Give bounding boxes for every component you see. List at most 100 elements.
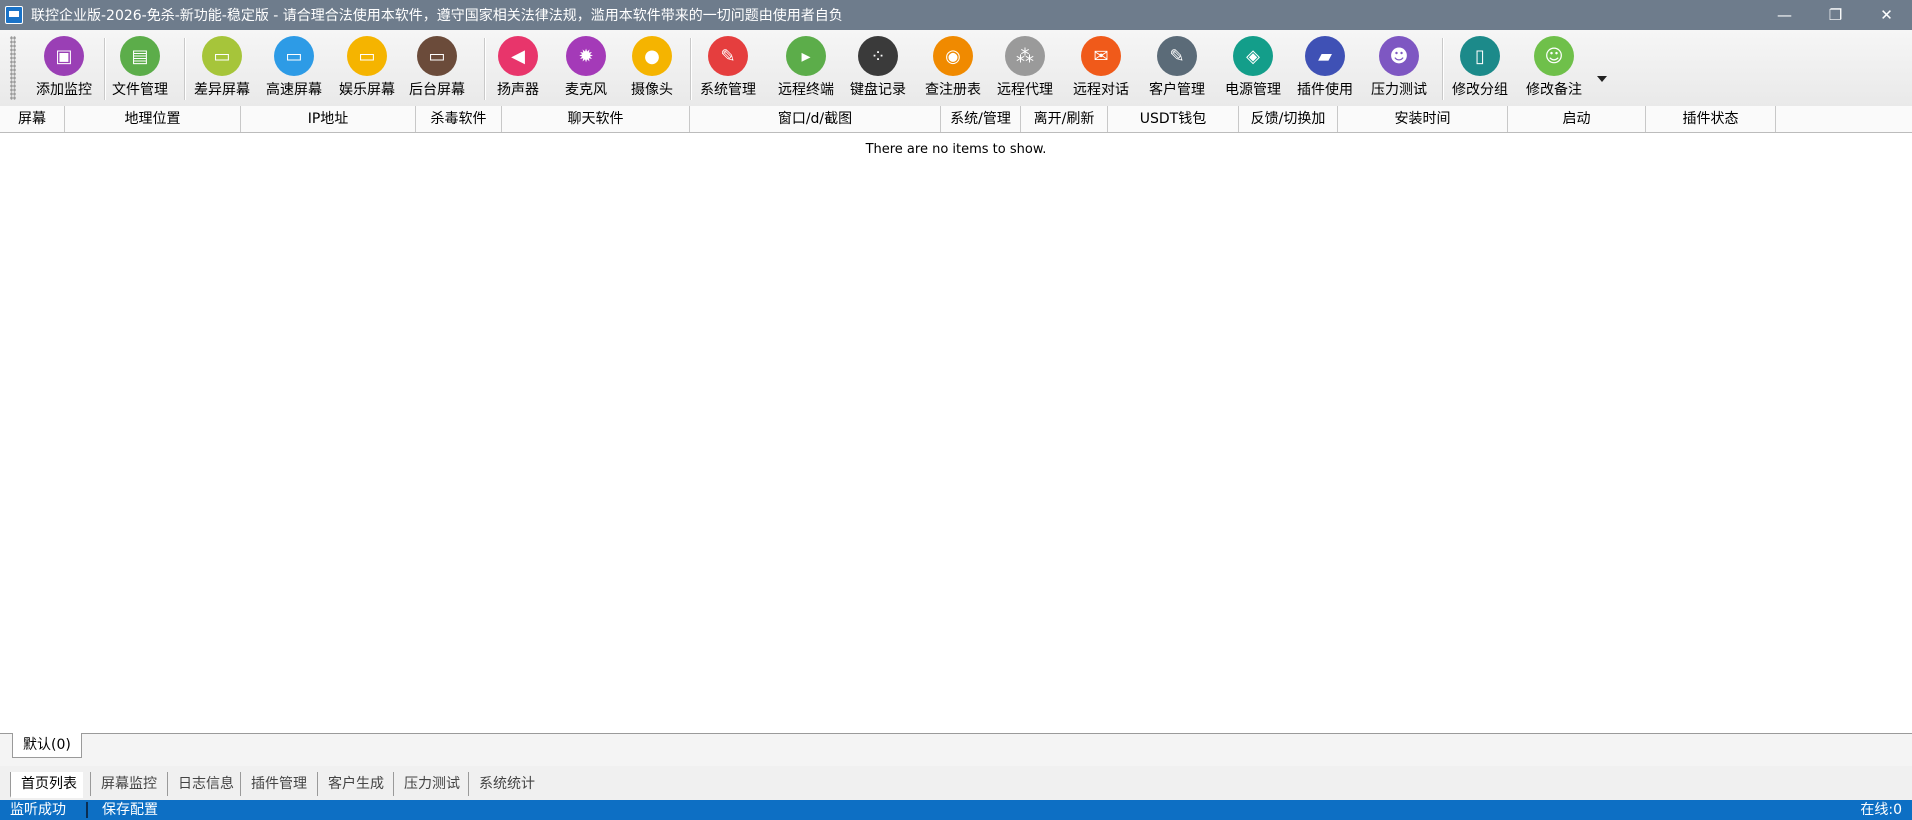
- toolbar-button-label: 远程终端: [778, 82, 834, 98]
- nav-tab-4[interactable]: 客户生成: [317, 772, 390, 796]
- toolbar-separator: [1442, 38, 1444, 100]
- title-bar: 联控企业版-2026-免杀-新功能-稳定版 - 请合理合法使用本软件，遵守国家相…: [0, 0, 1912, 30]
- nav-tab-3[interactable]: 插件管理: [240, 772, 313, 796]
- fast-screen-icon: ▭: [274, 36, 314, 76]
- toolbar-button-label: 键盘记录: [850, 82, 906, 98]
- toolbar-separator: [104, 38, 106, 100]
- toolbar-button-label: 修改备注: [1526, 82, 1582, 98]
- toolbar-grip-handle[interactable]: [10, 36, 16, 100]
- toolbar-button-label: 查注册表: [925, 82, 981, 98]
- plugin-icon: ▰: [1305, 36, 1345, 76]
- main-toolbar: ▣ 添加监控 ▤ 文件管理 ▭ 差异屏幕 ▭ 高速屏幕 ▭ 娱乐屏幕 ▭ 后台屏幕 ◀ 扬声器 ✹ 麦克风 ● 摄…: [0, 30, 1912, 107]
- toolbar-overflow-arrow-icon[interactable]: [1597, 76, 1607, 82]
- toolbar-button-label: 系统管理: [700, 82, 756, 98]
- microphone-icon: ✹: [566, 36, 606, 76]
- toolbar-button-19[interactable]: ▯ 修改分组: [1445, 36, 1515, 102]
- empty-list-message: There are no items to show.: [865, 142, 1047, 157]
- column-header-7[interactable]: 离开/刷新: [1021, 106, 1108, 132]
- add-monitor-icon: ▣: [44, 36, 84, 76]
- toolbar-button-5[interactable]: ▭ 后台屏幕: [402, 36, 472, 102]
- toolbar-button-label: 插件使用: [1297, 82, 1353, 98]
- toolbar-button-8[interactable]: ● 摄像头: [617, 36, 687, 102]
- minimize-button[interactable]: —: [1759, 0, 1810, 30]
- nav-tab-0[interactable]: 首页列表: [10, 772, 83, 798]
- toolbar-button-label: 高速屏幕: [266, 82, 322, 98]
- group-tab-strip: 默认(0): [0, 733, 1912, 767]
- column-header-4[interactable]: 聊天软件: [502, 106, 690, 132]
- toolbar-button-10[interactable]: ▸ 远程终端: [771, 36, 841, 102]
- toolbar-button-15[interactable]: ✎ 客户管理: [1142, 36, 1212, 102]
- status-online-count: 在线:0: [1860, 802, 1902, 818]
- column-header-3[interactable]: 杀毒软件: [416, 106, 502, 132]
- column-header-6[interactable]: 系统/管理: [941, 106, 1021, 132]
- background-screen-icon: ▭: [417, 36, 457, 76]
- toolbar-button-3[interactable]: ▭ 高速屏幕: [259, 36, 329, 102]
- toolbar-button-4[interactable]: ▭ 娱乐屏幕: [332, 36, 402, 102]
- toolbar-button-11[interactable]: ⁘ 键盘记录: [843, 36, 913, 102]
- toolbar-button-20[interactable]: ☺ 修改备注: [1519, 36, 1589, 102]
- toolbar-button-label: 麦克风: [565, 82, 607, 98]
- toolbar-button-16[interactable]: ◈ 电源管理: [1218, 36, 1288, 102]
- speaker-icon: ◀: [498, 36, 538, 76]
- column-header-2[interactable]: IP地址: [241, 106, 416, 132]
- column-header-5[interactable]: 窗口/d/截图: [690, 106, 941, 132]
- bottom-nav-tabs: 首页列表 屏幕监控 日志信息 插件管理 客户生成 压力测试 系统统计: [0, 766, 1912, 800]
- toolbar-button-12[interactable]: ◉ 查注册表: [918, 36, 988, 102]
- chat-icon: ✉: [1081, 36, 1121, 76]
- status-listen: 监听成功: [10, 802, 66, 818]
- change-group-icon: ▯: [1460, 36, 1500, 76]
- restore-button[interactable]: ❐: [1810, 0, 1861, 30]
- keyboard-log-icon: ⁘: [858, 36, 898, 76]
- window-controls: — ❐ ✕: [1759, 0, 1912, 30]
- close-button[interactable]: ✕: [1861, 0, 1912, 30]
- group-tab-default[interactable]: 默认(0): [12, 733, 82, 758]
- toolbar-button-1[interactable]: ▤ 文件管理: [105, 36, 175, 102]
- table-header: 屏幕 地理位置 IP地址 杀毒软件 聊天软件 窗口/d/截图 系统/管理 离开/刷新 USDT钱…: [0, 106, 1912, 133]
- toolbar-button-17[interactable]: ▰ 插件使用: [1290, 36, 1360, 102]
- toolbar-button-14[interactable]: ✉ 远程对话: [1066, 36, 1136, 102]
- nav-tab-6[interactable]: 系统统计: [468, 772, 541, 796]
- toolbar-button-18[interactable]: ☻ 压力测试: [1364, 36, 1434, 102]
- toolbar-button-label: 文件管理: [112, 82, 168, 98]
- toolbar-button-label: 摄像头: [631, 82, 673, 98]
- terminal-icon: ▸: [786, 36, 826, 76]
- nav-tab-5[interactable]: 压力测试: [393, 772, 466, 796]
- toolbar-button-label: 添加监控: [36, 82, 92, 98]
- toolbar-button-9[interactable]: ✎ 系统管理: [693, 36, 763, 102]
- fun-screen-icon: ▭: [347, 36, 387, 76]
- save-config-button[interactable]: 保存配置: [92, 800, 168, 820]
- toolbar-button-2[interactable]: ▭ 差异屏幕: [187, 36, 257, 102]
- column-header-12[interactable]: 插件状态: [1646, 106, 1776, 132]
- toolbar-button-6[interactable]: ◀ 扬声器: [483, 36, 553, 102]
- change-note-icon: ☺: [1534, 36, 1574, 76]
- toolbar-button-7[interactable]: ✹ 麦克风: [551, 36, 621, 102]
- app-logo-icon: [5, 6, 23, 24]
- column-header-10[interactable]: 安装时间: [1338, 106, 1508, 132]
- toolbar-button-label: 修改分组: [1452, 82, 1508, 98]
- registry-icon: ◉: [933, 36, 973, 76]
- toolbar-button-label: 扬声器: [497, 82, 539, 98]
- column-header-8[interactable]: USDT钱包: [1108, 106, 1239, 132]
- edit-client-icon: ✎: [1157, 36, 1197, 76]
- column-header-0[interactable]: 屏幕: [0, 106, 65, 132]
- toolbar-button-13[interactable]: ⁂ 远程代理: [990, 36, 1060, 102]
- toolbar-button-0[interactable]: ▣ 添加监控: [29, 36, 99, 102]
- toolbar-button-label: 后台屏幕: [409, 82, 465, 98]
- status-bar: 监听成功 保存配置 在线:0: [0, 800, 1912, 820]
- column-header-1[interactable]: 地理位置: [65, 106, 241, 132]
- toolbar-button-label: 远程对话: [1073, 82, 1129, 98]
- client-list-grid[interactable]: [0, 133, 1912, 733]
- toolbar-separator: [184, 38, 186, 100]
- toolbar-separator: [690, 38, 692, 100]
- toolbar-button-label: 压力测试: [1371, 82, 1427, 98]
- nav-tab-1[interactable]: 屏幕监控: [90, 772, 163, 796]
- column-header-9[interactable]: 反馈/切换加: [1239, 106, 1338, 132]
- diff-screen-icon: ▭: [202, 36, 242, 76]
- column-header-11[interactable]: 启动: [1508, 106, 1646, 132]
- stress-test-icon: ☻: [1379, 36, 1419, 76]
- system-manage-icon: ✎: [708, 36, 748, 76]
- camera-icon: ●: [632, 36, 672, 76]
- window-title: 联控企业版-2026-免杀-新功能-稳定版 - 请合理合法使用本软件，遵守国家相…: [31, 8, 843, 24]
- file-icon: ▤: [120, 36, 160, 76]
- nav-tab-2[interactable]: 日志信息: [167, 772, 240, 796]
